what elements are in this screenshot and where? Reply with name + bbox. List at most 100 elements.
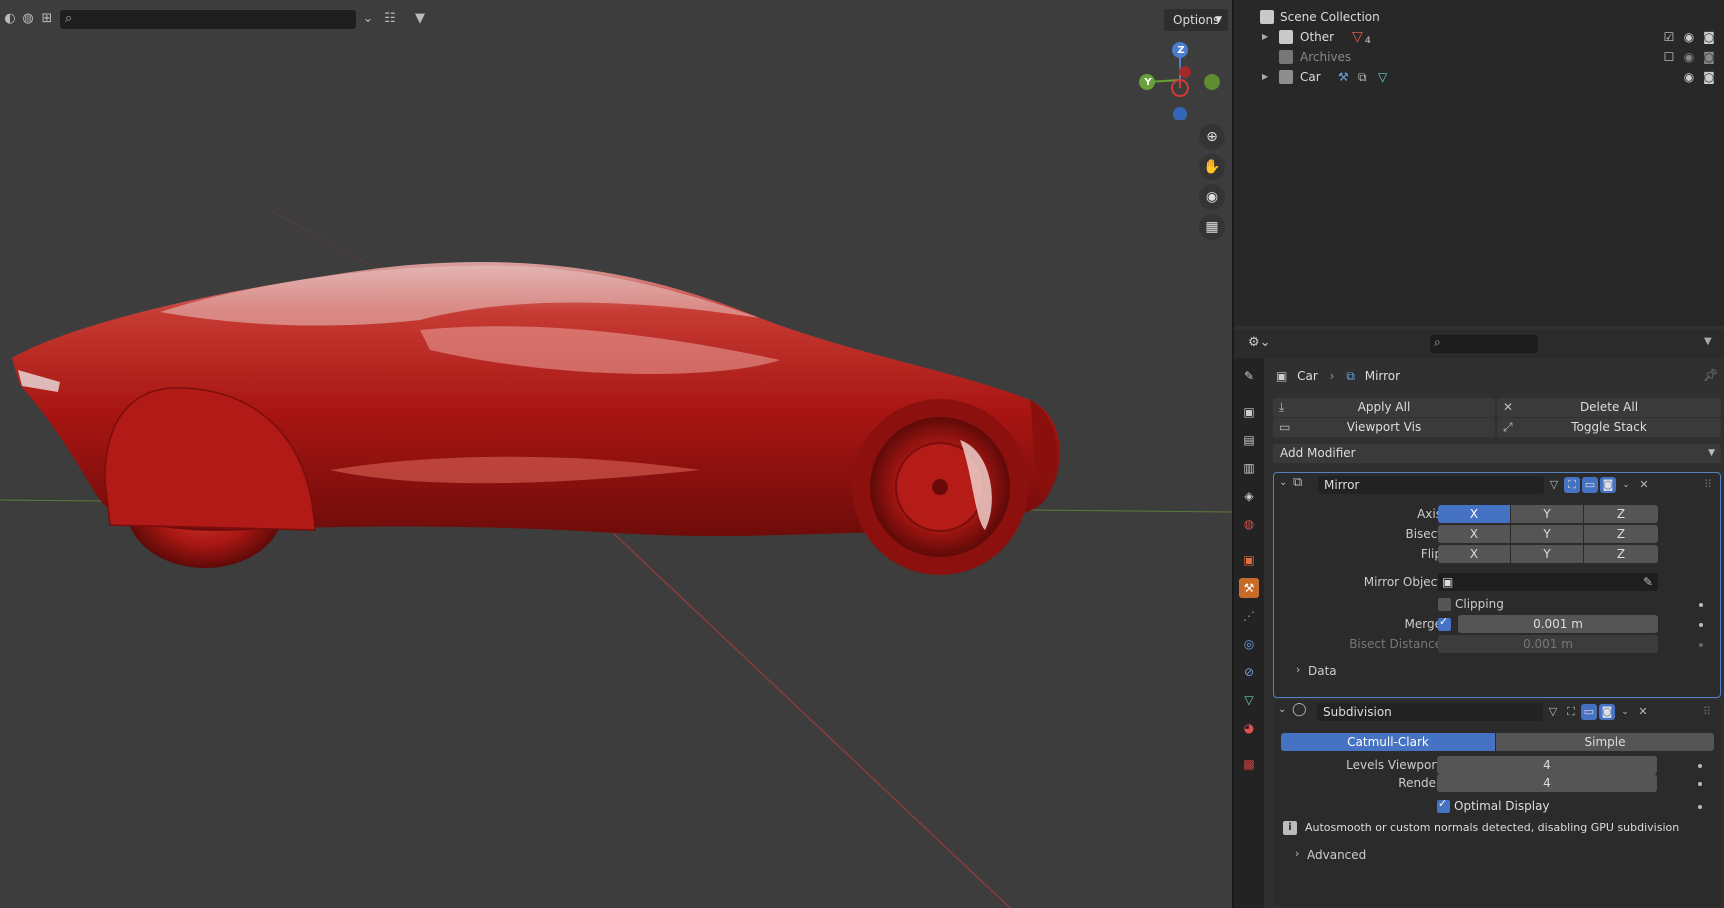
bisect-x-toggle[interactable]: X (1438, 525, 1510, 543)
render-camera-icon[interactable]: ◙ (1599, 704, 1615, 720)
outliner-row-car[interactable]: ▶ Car ⚒ ⧉ ▽ ◉ ◙ (1234, 67, 1724, 87)
add-modifier-dropdown[interactable]: Add Modifier ▼ (1273, 444, 1721, 463)
data-subpanel-label[interactable]: Data (1308, 662, 1337, 680)
search-input[interactable]: ⌕ (60, 10, 356, 29)
outliner-row-archives[interactable]: Archives ☐ ◉ ◙ (1234, 47, 1724, 67)
expand-arrow-icon[interactable]: ▶ (1262, 27, 1268, 47)
properties-search-input[interactable]: ⌕ (1430, 335, 1538, 353)
close-icon[interactable]: ✕ (1636, 477, 1652, 493)
3d-viewport[interactable]: ◐ ◍ ⊞ ⌕ ⌄ ☷ ▼ Options ▼ Z Y ⊕ ✋ ◉ ▦ (0, 0, 1232, 908)
tree-view-icon[interactable]: ☷ (382, 11, 398, 27)
advanced-subpanel-label[interactable]: Advanced (1307, 846, 1366, 864)
material-tab-icon[interactable]: ◕ (1239, 718, 1259, 738)
modifier-tab-icon[interactable]: ⚒ (1239, 578, 1259, 598)
tool-tab-icon[interactable]: ✎ (1239, 366, 1259, 386)
delete-all-button[interactable]: ✕ Delete All (1497, 398, 1721, 417)
output-tab-icon[interactable]: ▤ (1239, 430, 1259, 450)
breadcrumb: ▣ Car › ⧉ Mirror (1276, 369, 1401, 383)
apply-all-button[interactable]: ⤓ Apply All (1273, 398, 1495, 417)
clipping-checkbox[interactable] (1438, 598, 1451, 611)
eyedropper-icon[interactable]: ✎ (1643, 573, 1653, 591)
camera-icon[interactable]: ◉ (1199, 184, 1225, 210)
drag-handle-icon[interactable]: ⠿ (1699, 704, 1715, 720)
keyframe-dot[interactable] (1699, 603, 1703, 607)
render-camera-icon[interactable]: ◙ (1702, 50, 1716, 64)
optimal-display-checkbox[interactable] (1437, 797, 1450, 813)
keyframe-dot[interactable] (1698, 764, 1702, 768)
render-camera-icon[interactable]: ◙ (1600, 477, 1616, 493)
outliner-row-other[interactable]: ▶ Other ▽ 4 ☑ ◉ ◙ (1234, 27, 1724, 47)
options-button[interactable]: Options ▼ (1164, 9, 1228, 31)
render-camera-icon[interactable]: ◙ (1702, 30, 1716, 44)
axis-x-toggle[interactable]: X (1438, 505, 1510, 523)
view-layer-tab-icon[interactable]: ▥ (1239, 458, 1259, 478)
chevron-right-icon: › (1329, 369, 1335, 383)
keyframe-dot[interactable] (1699, 623, 1703, 627)
drag-handle-icon[interactable]: ⠿ (1700, 477, 1716, 493)
hand-pan-icon[interactable]: ✋ (1199, 154, 1225, 180)
axis-y-toggle[interactable]: Y (1511, 505, 1583, 523)
chevron-down-icon[interactable]: ⌄ (1618, 477, 1634, 493)
physics-tab-icon[interactable]: ◎ (1239, 634, 1259, 654)
cage-icon[interactable]: ⛶ (1563, 704, 1579, 720)
simple-toggle[interactable]: Simple (1496, 733, 1714, 751)
bisect-distance-field[interactable]: 0.001 m (1438, 635, 1658, 653)
render-levels-field[interactable]: 4 (1437, 774, 1657, 792)
chevron-right-icon[interactable]: › (1295, 847, 1299, 860)
render-camera-icon[interactable]: ◙ (1702, 70, 1716, 84)
texture-tab-icon[interactable]: ▩ (1239, 754, 1259, 774)
collapse-chevron-icon[interactable]: ⌄ (1279, 477, 1287, 488)
toggle-stack-button[interactable]: ⤢ Toggle Stack (1497, 418, 1721, 437)
keyframe-dot[interactable] (1698, 805, 1702, 809)
pin-icon[interactable]: 📌︎ (1703, 368, 1718, 382)
keyframe-dot[interactable] (1699, 643, 1703, 647)
editor-type-icon[interactable]: ⚙⌄ (1248, 335, 1271, 350)
expand-arrow-icon[interactable]: ▶ (1262, 67, 1268, 87)
chevron-right-icon[interactable]: › (1296, 663, 1300, 676)
eye-icon[interactable]: ◉ (1682, 30, 1696, 44)
outliner-row-scene-collection[interactable]: Scene Collection (1234, 7, 1724, 27)
zoom-icon[interactable]: ⊕ (1199, 124, 1225, 150)
filter-funnel-icon[interactable]: ▼ (412, 11, 428, 27)
collapse-chevron-icon[interactable]: ⌄ (1278, 704, 1286, 715)
object-tab-icon[interactable]: ▣ (1239, 550, 1259, 570)
data-tab-icon[interactable]: ▽ (1239, 690, 1259, 710)
bisect-z-toggle[interactable]: Z (1584, 525, 1658, 543)
exclude-checkbox-unchecked[interactable]: ☐ (1662, 50, 1676, 64)
cage-icon[interactable]: ⛶ (1564, 477, 1580, 493)
realtime-display-icon[interactable]: ▭ (1581, 704, 1597, 720)
grid-icon[interactable]: ▦ (1199, 214, 1225, 240)
keyframe-dot[interactable] (1698, 782, 1702, 786)
shading-icon[interactable]: ◍ (20, 11, 36, 27)
render-tab-icon[interactable]: ▣ (1239, 402, 1259, 422)
scene-tab-icon[interactable]: ◈ (1239, 486, 1259, 506)
bisect-y-toggle[interactable]: Y (1511, 525, 1583, 543)
chevron-down-icon[interactable]: ▼ (1704, 336, 1712, 347)
eye-icon[interactable]: ◉ (1682, 70, 1696, 84)
select-mode-icon[interactable]: ◐ (2, 11, 18, 27)
flip-y-toggle[interactable]: Y (1511, 545, 1583, 563)
eye-icon[interactable]: ◉ (1682, 50, 1696, 64)
viewport-vis-button[interactable]: ▭ Viewport Vis (1273, 418, 1495, 437)
edit-mode-icon[interactable]: ▽ (1546, 477, 1562, 493)
flip-z-toggle[interactable]: Z (1584, 545, 1658, 563)
filter-dropdown-icon[interactable]: ⌄ (360, 11, 376, 27)
constraints-tab-icon[interactable]: ⊘ (1239, 662, 1259, 682)
merge-checkbox[interactable] (1438, 615, 1451, 631)
merge-distance-field[interactable]: 0.001 m (1458, 615, 1658, 633)
particles-tab-icon[interactable]: ⋰ (1239, 606, 1259, 626)
edit-mode-icon[interactable]: ▽ (1545, 704, 1561, 720)
modifier-name-field[interactable]: Mirror (1318, 476, 1544, 494)
mirror-object-field[interactable]: ▣ ✎ (1438, 573, 1658, 591)
levels-viewport-field[interactable]: 4 (1437, 756, 1657, 774)
close-icon[interactable]: ✕ (1635, 704, 1651, 720)
chevron-down-icon[interactable]: ⌄ (1617, 704, 1633, 720)
tool-icon[interactable]: ⊞ (39, 11, 55, 27)
flip-x-toggle[interactable]: X (1438, 545, 1510, 563)
world-tab-icon[interactable]: ◍ (1239, 514, 1259, 534)
catmull-clark-toggle[interactable]: Catmull-Clark (1281, 733, 1495, 751)
realtime-display-icon[interactable]: ▭ (1582, 477, 1598, 493)
exclude-checkbox-checked[interactable]: ☑ (1662, 30, 1676, 44)
axis-z-toggle[interactable]: Z (1584, 505, 1658, 523)
modifier-name-field[interactable]: Subdivision (1317, 703, 1543, 721)
